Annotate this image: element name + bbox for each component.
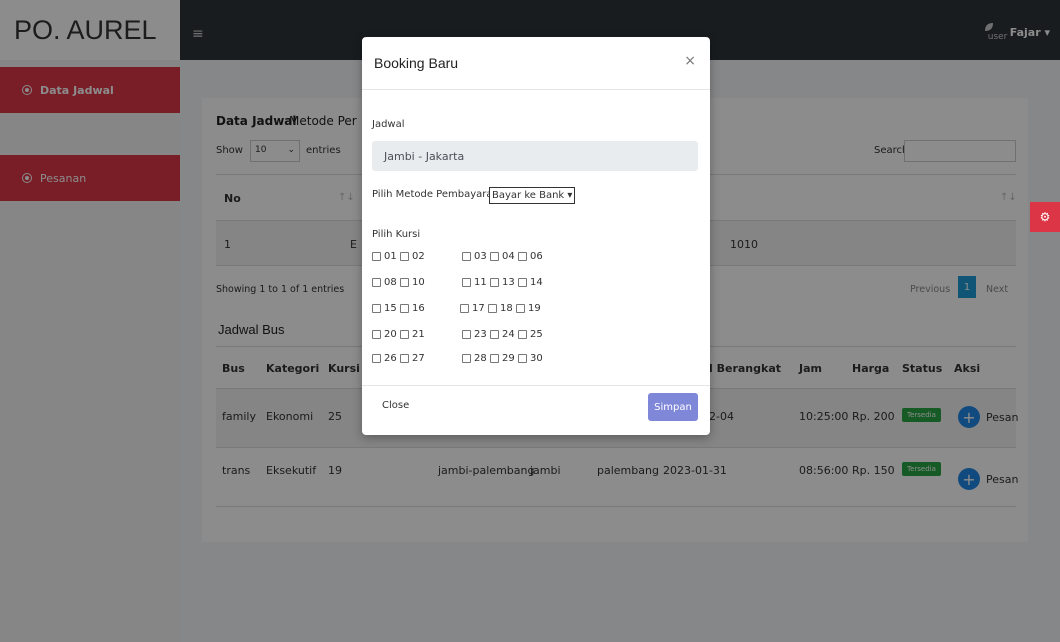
seat-checkbox[interactable]: 10 — [400, 277, 425, 288]
jadwal-label: Jadwal — [372, 119, 405, 130]
gear-icon[interactable]: ⚙ — [1030, 202, 1060, 232]
seat-checkbox[interactable]: 17 — [460, 303, 485, 314]
kursi-label: Pilih Kursi — [372, 229, 421, 240]
simpan-button[interactable]: Simpan — [648, 393, 698, 421]
booking-modal: Booking Baru × Jadwal Jambi - Jakarta Pi… — [362, 37, 710, 435]
seat-checkbox[interactable]: 20 — [372, 329, 397, 340]
seat-checkbox[interactable]: 19 — [516, 303, 541, 314]
seat-checkbox[interactable]: 11 — [462, 277, 487, 288]
seat-checkbox[interactable]: 14 — [518, 277, 543, 288]
close-icon[interactable]: × — [684, 53, 696, 69]
seat-checkbox[interactable]: 16 — [400, 303, 425, 314]
seat-checkbox[interactable]: 02 — [400, 251, 425, 262]
close-button[interactable]: Close — [382, 400, 409, 411]
seat-checkbox[interactable]: 04 — [490, 251, 515, 262]
seat-checkbox[interactable]: 25 — [518, 329, 543, 340]
seat-checkbox[interactable]: 28 — [462, 353, 487, 364]
seat-checkbox[interactable]: 24 — [490, 329, 515, 340]
seat-checkbox[interactable]: 21 — [400, 329, 425, 340]
seat-checkbox[interactable]: 30 — [518, 353, 543, 364]
seat-checkbox[interactable]: 13 — [490, 277, 515, 288]
seat-checkbox[interactable]: 29 — [490, 353, 515, 364]
seat-checkbox[interactable]: 06 — [518, 251, 543, 262]
seat-checkbox[interactable]: 08 — [372, 277, 397, 288]
seat-checkbox[interactable]: 01 — [372, 251, 397, 262]
seat-checkbox[interactable]: 26 — [372, 353, 397, 364]
seat-checkbox[interactable]: 23 — [462, 329, 487, 340]
seat-checkbox[interactable]: 03 — [462, 251, 487, 262]
seat-checkbox[interactable]: 15 — [372, 303, 397, 314]
modal-title: Booking Baru — [374, 55, 459, 71]
jadwal-field[interactable]: Jambi - Jakarta — [372, 141, 698, 171]
seat-checkbox[interactable]: 27 — [400, 353, 425, 364]
metode-select[interactable]: Bayar ke Bank ▾ — [489, 187, 576, 204]
modal-header: Booking Baru × — [362, 37, 710, 90]
seat-checkbox[interactable]: 18 — [488, 303, 513, 314]
metode-label: Pilih Metode Pembayaran — [372, 189, 499, 200]
